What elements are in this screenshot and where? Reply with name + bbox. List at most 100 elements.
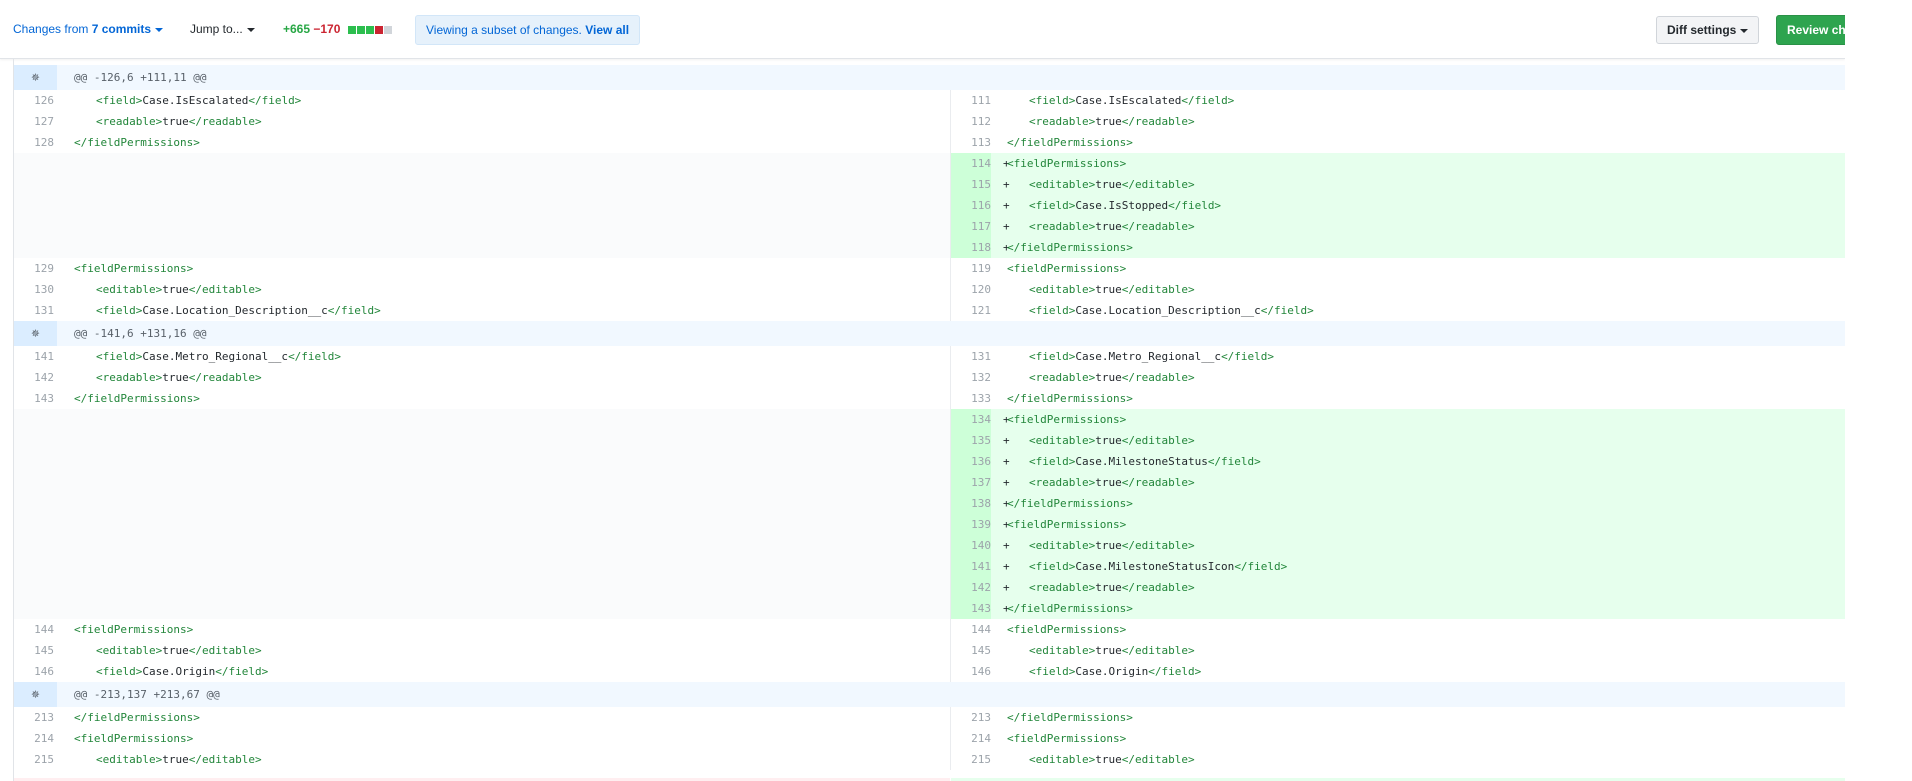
left-side: 142 <readable>true</readable> <box>14 367 951 388</box>
xml-open-tag: <readable> <box>96 115 163 128</box>
new-line-number: 143 <box>951 598 991 619</box>
xml-text: true <box>1095 539 1122 552</box>
xml-text: true <box>162 283 189 296</box>
diff-row-added: 117 + <readable>true</readable> <box>14 216 1845 237</box>
left-side: 126 <field>Case.IsEscalated</field> <box>14 90 951 111</box>
right-side: 119 <fieldPermissions> <box>951 258 1845 279</box>
xml-close-tag: </readable> <box>188 115 262 128</box>
old-line-number: 130 <box>34 283 54 296</box>
additions-count: +665 <box>283 22 311 36</box>
subset-notice-text: Viewing a subset of changes. <box>426 23 582 37</box>
diff-row-added: 142 + <readable>true</readable> <box>14 577 1845 598</box>
code-line: <editable>true</editable> <box>96 279 262 300</box>
xml-open-tag: <fieldPermissions> <box>74 732 194 745</box>
xml-close-tag: </editable> <box>1121 283 1195 296</box>
right-side: 137 + <readable>true</readable> <box>951 472 1845 493</box>
code-line: <field>Case.Metro_Regional__c</field> <box>1029 346 1274 367</box>
diff-row-context: 141 <field>Case.Metro_Regional__c</field>… <box>14 346 1845 367</box>
xml-close-tag: </field> <box>1148 665 1202 678</box>
code-line: <field>Case.Origin</field> <box>1029 661 1201 682</box>
new-line-number: 116 <box>951 195 991 216</box>
view-all-link[interactable]: View all <box>585 23 629 37</box>
right-side: 115 + <editable>true</editable> <box>951 174 1845 195</box>
caret-down-icon <box>1740 28 1749 33</box>
xml-text: true <box>1095 476 1122 489</box>
jump-to-dropdown[interactable]: Jump to... <box>190 21 255 37</box>
caret-down-icon <box>246 27 255 32</box>
diff-row-added: 143 + </fieldPermissions> <box>14 598 1845 619</box>
xml-close-tag: </editable> <box>188 283 262 296</box>
right-side: 121 <field>Case.Location_Description__c</… <box>951 300 1845 321</box>
xml-open-tag: <readable> <box>1029 581 1096 594</box>
xml-close-tag: </editable> <box>188 644 262 657</box>
code-line: <readable>true</readable> <box>1029 472 1195 493</box>
right-side: 117 + <readable>true</readable> <box>951 216 1845 237</box>
xml-open-tag: <editable> <box>1029 539 1096 552</box>
xml-open-tag: <editable> <box>1029 753 1096 766</box>
right-side: 136 + <field>Case.MilestoneStatus</field> <box>951 451 1845 472</box>
right-side: 118 + </fieldPermissions> <box>951 237 1845 258</box>
xml-text: Case.IsEscalated <box>142 94 249 107</box>
xml-close-tag: </readable> <box>1121 476 1195 489</box>
xml-close-tag: </fieldPermissions> <box>1007 602 1133 615</box>
hunk-header-text: @@ -141,6 +131,16 @@ <box>74 327 207 340</box>
xml-open-tag: <fieldPermissions> <box>1007 262 1127 275</box>
expand-icon[interactable]: ✵ <box>14 65 57 90</box>
new-line-number: 115 <box>951 174 991 195</box>
xml-close-tag: </readable> <box>1121 581 1195 594</box>
xml-open-tag: <fieldPermissions> <box>1007 413 1127 426</box>
right-side: 213 </fieldPermissions> <box>951 707 1845 728</box>
changes-from-commits-dropdown[interactable]: Changes from 7 commits <box>13 21 164 37</box>
left-side: 129 <fieldPermissions> <box>14 258 951 279</box>
right-side: 141 + <field>Case.MilestoneStatusIcon</fie… <box>951 556 1845 577</box>
addition-marker: + <box>1003 476 1010 489</box>
right-side: 214 <fieldPermissions> <box>951 728 1845 749</box>
xml-text: Case.MilestoneStatus <box>1075 455 1208 468</box>
xml-open-tag: <field> <box>96 350 143 363</box>
new-line-number: 137 <box>951 472 991 493</box>
left-side <box>14 556 951 577</box>
code-line: <readable>true</readable> <box>1029 111 1195 132</box>
code-line: <field>Case.IsEscalated</field> <box>96 90 301 111</box>
xml-text: Case.Origin <box>1075 665 1149 678</box>
new-line-number: 146 <box>971 665 991 678</box>
code-line: </fieldPermissions> <box>74 132 200 153</box>
right-side: 120 <editable>true</editable> <box>951 279 1845 300</box>
left-side <box>14 430 951 451</box>
xml-close-tag: </editable> <box>1121 539 1195 552</box>
xml-text: true <box>162 753 189 766</box>
xml-open-tag: <readable> <box>1029 476 1096 489</box>
left-side <box>14 493 951 514</box>
xml-open-tag: <fieldPermissions> <box>1007 518 1127 531</box>
code-line: <readable>true</readable> <box>1029 216 1195 237</box>
old-line-number: 126 <box>34 94 54 107</box>
code-line: <field>Case.MilestoneStatusIcon</field> <box>1029 556 1287 577</box>
code-line: <fieldPermissions> <box>1007 619 1126 640</box>
expand-icon[interactable]: ✵ <box>14 321 57 346</box>
new-line-number: 145 <box>971 644 991 657</box>
review-changes-button[interactable]: Review changes <box>1776 15 1845 45</box>
right-side: 146 <field>Case.Origin</field> <box>951 661 1845 682</box>
xml-open-tag: <field> <box>96 304 143 317</box>
xml-text: true <box>1095 220 1122 233</box>
xml-open-tag: <editable> <box>96 644 163 657</box>
left-side <box>14 195 951 216</box>
new-line-number: 215 <box>971 753 991 766</box>
new-line-number: 139 <box>951 514 991 535</box>
code-line: <fieldPermissions> <box>1007 153 1126 174</box>
expand-icon[interactable]: ✵ <box>14 682 57 707</box>
left-side: 214 <fieldPermissions> <box>14 728 951 749</box>
subset-notice: Viewing a subset of changes. View all <box>415 15 641 45</box>
left-side: 127 <readable>true</readable> <box>14 111 951 132</box>
code-line: </fieldPermissions> <box>1007 388 1133 409</box>
old-line-number: 141 <box>34 350 54 363</box>
xml-text: Case.Location_Description__c <box>1075 304 1261 317</box>
diff-row-added: 114 + <fieldPermissions> <box>14 153 1845 174</box>
new-line-number: 133 <box>971 392 991 405</box>
xml-close-tag: </field> <box>215 665 269 678</box>
old-line-number: 146 <box>34 665 54 678</box>
code-line: </fieldPermissions> <box>1007 707 1133 728</box>
diff-row-added: 138 + </fieldPermissions> <box>14 493 1845 514</box>
new-line-number: 135 <box>951 430 991 451</box>
diff-settings-button[interactable]: Diff settings <box>1656 16 1760 44</box>
